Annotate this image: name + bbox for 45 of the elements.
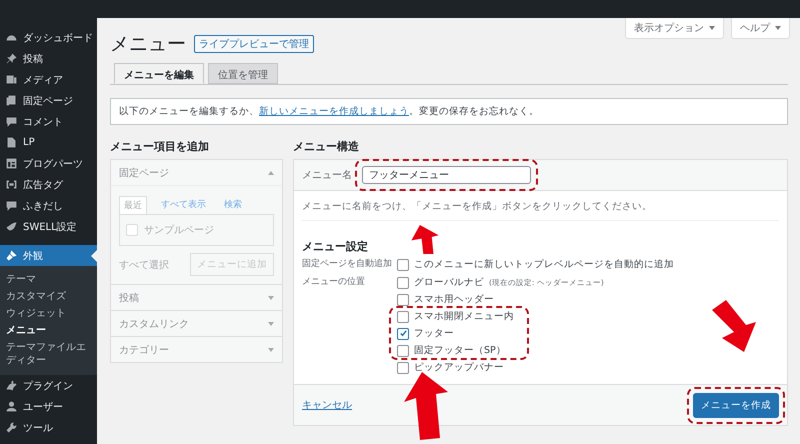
dropdown-button[interactable]: ヘルプ xyxy=(731,18,790,39)
sidebar-item[interactable]: 広告タグ xyxy=(0,174,97,195)
option-label: フッター xyxy=(414,327,454,340)
cancel-link[interactable]: キャンセル xyxy=(302,398,352,412)
option-label: スマホ開閉メニュー内 xyxy=(414,310,514,323)
tab[interactable]: メニューを編集 xyxy=(114,63,204,84)
setting-label: メニューの位置 xyxy=(302,276,366,289)
option-label: ピックアップバナー xyxy=(414,361,504,374)
item-label: サンプルページ xyxy=(144,224,214,237)
sidebar-item[interactable]: コメント xyxy=(0,111,97,132)
sidebar-item[interactable]: SWELL設定 xyxy=(0,216,97,237)
submenu-item[interactable]: テーマ xyxy=(0,271,97,288)
sidebar-item[interactable]: メディア xyxy=(0,69,97,90)
tab[interactable]: 位置を管理 xyxy=(208,63,278,84)
sidebar-item[interactable]: 投稿 xyxy=(0,48,97,69)
create-menu-link[interactable]: 新しいメニューを作成しましょう xyxy=(259,106,409,117)
submenu-item[interactable]: メニュー xyxy=(0,322,97,339)
hint-text: メニューに名前をつけ、「メニューを作成」ボタンをクリックしてください。 xyxy=(302,200,653,213)
settings-heading: メニュー設定 xyxy=(302,239,368,254)
sidebar-item[interactable]: ツール xyxy=(0,417,97,438)
submenu-item[interactable]: ウィジェット xyxy=(0,305,97,322)
sidebar-item[interactable]: ふきだし xyxy=(0,195,97,216)
page-title: メニュー xyxy=(110,32,186,57)
option-label: グローバルナビ xyxy=(414,276,484,289)
menu-name-field[interactable]: フッターメニュー xyxy=(362,166,531,184)
notice-text: 以下のメニューを編集するか、新しいメニューを作成しましょう。変更の保存をお忘れなく。 xyxy=(110,98,788,125)
option-label: このメニューに新しいトップレベルページを自動的に追加 xyxy=(414,258,674,271)
sidebar-item[interactable]: ユーザー xyxy=(0,396,97,417)
submenu-item[interactable]: テーマファイルエディター xyxy=(0,339,97,369)
option-label: 固定フッター（SP） xyxy=(414,344,506,357)
dropdown-button[interactable]: 表示オプション xyxy=(625,18,724,39)
sidebar-item[interactable]: ブログパーツ xyxy=(0,153,97,174)
sidebar-item[interactable]: LP xyxy=(0,132,97,153)
sidebar-item[interactable]: 固定ページ xyxy=(0,90,97,111)
sidebar-item[interactable]: プラグイン xyxy=(0,375,97,396)
create-menu-button[interactable]: メニューを作成 xyxy=(693,392,779,418)
section-heading: メニュー項目を追加 xyxy=(110,139,210,155)
field-label: メニュー名 xyxy=(302,169,352,182)
section-heading: メニュー構造 xyxy=(293,139,360,155)
submenu-item[interactable]: カスタマイズ xyxy=(0,288,97,305)
setting-label: 固定ページを自動追加 xyxy=(302,258,393,271)
option-label: スマホ用ヘッダー xyxy=(414,293,494,306)
sidebar-item[interactable]: ダッシュボード xyxy=(0,27,97,48)
live-preview-button[interactable]: ライブプレビューで管理 xyxy=(194,35,314,53)
sidebar-item[interactable]: 外観 xyxy=(0,245,97,266)
